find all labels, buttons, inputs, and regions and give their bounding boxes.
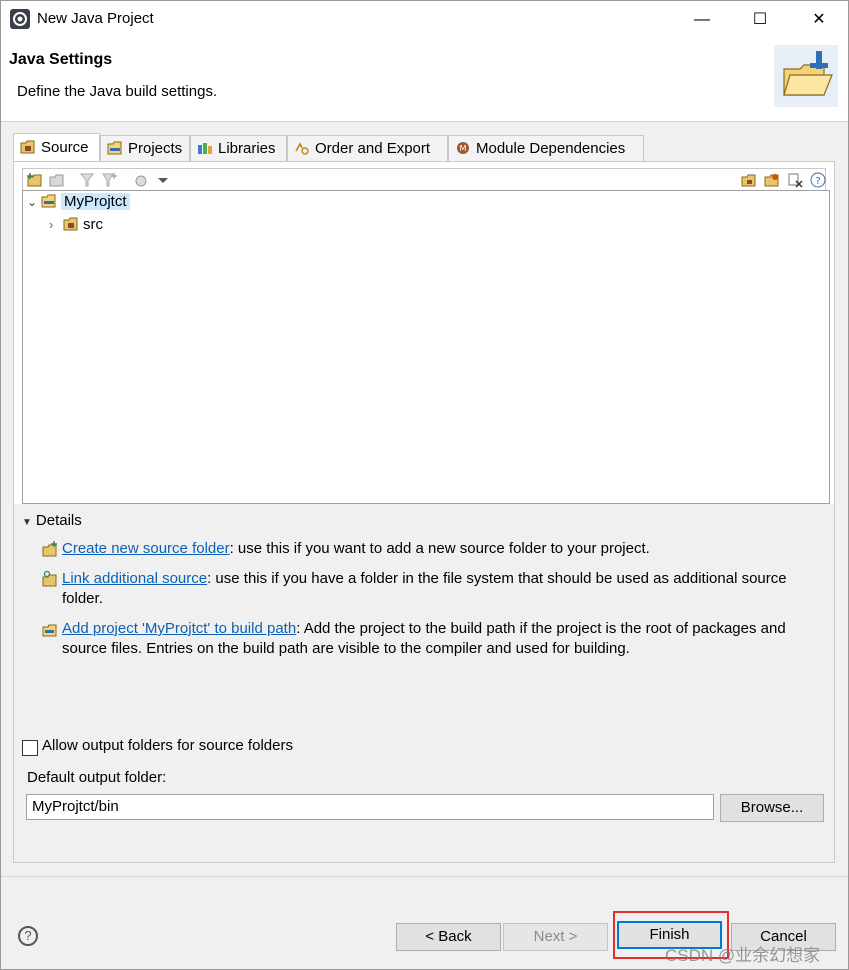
tab-projects[interactable]: Projects [100, 135, 190, 161]
create-source-folder-link[interactable]: Create new source folder [62, 540, 230, 557]
create-source-folder-text: : use this if you want to add a new sour… [229, 540, 650, 557]
next-button[interactable]: Next > [503, 923, 608, 951]
project-folder-icon [41, 194, 56, 208]
filter-icon[interactable] [79, 172, 95, 188]
watermark: CSDN @业余幻想家 [665, 946, 821, 965]
edit-source-folder-icon[interactable] [764, 172, 780, 188]
help-small-icon[interactable]: ? [810, 172, 826, 188]
svg-text:?: ? [815, 176, 820, 187]
add-source-folder-icon[interactable] [741, 172, 757, 188]
link-folder-icon [42, 571, 57, 587]
maximize-button[interactable]: ☐ [731, 1, 789, 39]
tab-label: Libraries [218, 140, 276, 157]
minimize-button[interactable]: — [673, 1, 731, 39]
source-tab-panel: ? ⌄ MyProjtct › src ▼ Details Create new so… [13, 161, 835, 863]
tree-toolbar: ? [22, 168, 826, 190]
link-additional-source-link[interactable]: Link additional source [62, 570, 207, 587]
footer-separator [1, 876, 848, 877]
allow-output-folders-checkbox[interactable] [22, 740, 38, 756]
page-title: Java Settings [9, 51, 113, 68]
create-folder-icon [42, 541, 57, 557]
source-folder-icon [63, 217, 78, 231]
detail-add-project: Add project 'MyProjtct' to build path: A… [42, 619, 812, 659]
allow-output-folders-label[interactable]: Allow output folders for source folders [42, 737, 293, 754]
details-heading: Details [35, 512, 82, 529]
project-name: MyProjtct [61, 193, 130, 210]
output-section: Allow output folders for source folders … [14, 722, 834, 862]
tab-label: Source [41, 139, 89, 156]
tree-node-project[interactable]: ⌄ MyProjtct [27, 191, 130, 213]
tab-libraries[interactable]: Libraries [190, 135, 287, 161]
tab-module-dependencies[interactable]: M Module Dependencies [448, 135, 644, 161]
title-bar: New Java Project — ☐ ✕ [1, 1, 848, 39]
add-project-icon [42, 624, 57, 637]
default-output-folder-label: Default output folder: [27, 769, 167, 786]
source-tree: ⌄ MyProjtct › src [22, 190, 830, 504]
close-button[interactable]: ✕ [790, 1, 848, 39]
tab-label: Module Dependencies [476, 140, 626, 157]
page-description: Define the Java build settings. [17, 83, 218, 100]
projects-icon [107, 141, 122, 155]
chevron-right-icon[interactable]: › [49, 214, 63, 236]
new-folder-banner-icon [774, 45, 838, 107]
collapse-triangle-icon: ▼ [22, 517, 32, 528]
source-folder-icon [20, 140, 35, 154]
add-folder-icon[interactable] [27, 172, 43, 188]
add-project-link[interactable]: Add project 'MyProjtct' to build path [62, 620, 296, 637]
help-icon[interactable]: ? [18, 926, 38, 946]
details-toggle[interactable]: ▼ Details [22, 512, 82, 529]
browse-button[interactable]: Browse... [720, 794, 824, 822]
detail-create-source-folder: Create new source folder: use this if yo… [42, 539, 812, 559]
tree-node-src[interactable]: › src [49, 214, 103, 236]
dropdown-arrow-icon[interactable] [155, 172, 171, 188]
default-output-folder-input[interactable]: MyProjtct/bin [26, 794, 714, 820]
src-folder-name: src [83, 216, 103, 233]
tab-label: Projects [128, 140, 183, 157]
detail-link-additional-source: Link additional source: use this if you … [42, 569, 812, 609]
tab-source[interactable]: Source [13, 133, 100, 161]
configure-icon[interactable] [133, 172, 149, 188]
back-button[interactable]: < Back [396, 923, 501, 951]
filter-add-icon[interactable] [101, 172, 117, 188]
eclipse-app-icon [10, 9, 30, 29]
wizard-header: Java Settings Define the Java build sett… [1, 39, 848, 122]
svg-text:M: M [460, 144, 467, 153]
tab-label: Order and Export [315, 140, 431, 157]
tab-order-and-export[interactable]: Order and Export [287, 135, 448, 161]
order-export-icon [295, 142, 309, 155]
chevron-down-icon[interactable]: ⌄ [27, 191, 41, 213]
dialog-window: New Java Project — ☐ ✕ Java Settings Def… [0, 0, 849, 970]
link-source-icon[interactable] [49, 172, 65, 188]
libraries-icon [198, 143, 212, 154]
module-icon: M [457, 142, 469, 154]
remove-icon[interactable] [787, 172, 803, 188]
window-title: New Java Project [37, 10, 154, 27]
